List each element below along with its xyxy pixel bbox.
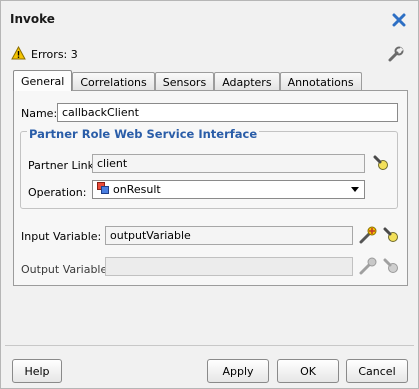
ok-button[interactable]: OK bbox=[277, 359, 339, 383]
operation-value: onResult bbox=[113, 183, 161, 196]
create-variable-icon-disabled bbox=[359, 257, 377, 275]
tab-label: Adapters bbox=[222, 75, 272, 89]
partner-link-field[interactable]: client bbox=[92, 154, 365, 173]
name-field[interactable]: callbackClient bbox=[57, 103, 398, 122]
apply-button[interactable]: Apply bbox=[207, 359, 269, 383]
help-button[interactable]: Help bbox=[12, 359, 62, 383]
tab-label: Correlations bbox=[80, 75, 147, 89]
operation-select[interactable]: onResult bbox=[92, 180, 365, 199]
flashlight-icon[interactable] bbox=[382, 226, 400, 244]
chevron-down-icon[interactable] bbox=[351, 187, 359, 192]
tab-correlations[interactable]: Correlations bbox=[72, 72, 155, 91]
ok-label: OK bbox=[300, 364, 316, 378]
warning-icon bbox=[11, 45, 26, 63]
wrench-icon[interactable] bbox=[387, 45, 405, 63]
tab-annotations[interactable]: Annotations bbox=[279, 72, 362, 91]
errors-indicator[interactable]: Errors: 3 bbox=[11, 45, 78, 63]
group-title: Partner Role Web Service Interface bbox=[27, 127, 260, 141]
input-variable-field[interactable]: outputVariable bbox=[105, 226, 353, 245]
tab-label: Sensors bbox=[162, 75, 207, 89]
tab-sensors[interactable]: Sensors bbox=[154, 72, 215, 91]
name-label: Name: bbox=[21, 107, 58, 120]
tab-strip: General Correlations Sensors Adapters An… bbox=[13, 70, 362, 91]
tab-general[interactable]: General bbox=[13, 70, 73, 91]
tab-label: Annotations bbox=[287, 75, 354, 89]
output-variable-field[interactable] bbox=[105, 257, 353, 276]
operation-icon bbox=[97, 182, 109, 197]
cancel-label: Cancel bbox=[358, 364, 396, 378]
flashlight-icon-disabled bbox=[382, 257, 400, 275]
footer-divider bbox=[5, 345, 414, 346]
errors-text: Errors: 3 bbox=[31, 47, 78, 61]
output-variable-label: Output Variable: bbox=[21, 263, 111, 276]
title-bar: Invoke bbox=[1, 1, 418, 37]
input-variable-label: Input Variable: bbox=[21, 230, 102, 243]
create-variable-icon[interactable] bbox=[359, 226, 377, 244]
help-label: Help bbox=[24, 364, 50, 378]
invoke-dialog: Invoke Errors: 3 General Correlations Se… bbox=[0, 0, 419, 389]
tab-label: General bbox=[21, 74, 65, 88]
dialog-title: Invoke bbox=[10, 12, 55, 26]
tab-adapters[interactable]: Adapters bbox=[214, 72, 280, 91]
close-icon[interactable] bbox=[392, 13, 406, 27]
cancel-button[interactable]: Cancel bbox=[346, 359, 408, 383]
apply-label: Apply bbox=[222, 364, 254, 378]
partner-link-label: Partner Link: bbox=[28, 159, 98, 172]
flashlight-icon[interactable] bbox=[372, 154, 390, 172]
operation-label: Operation: bbox=[28, 186, 87, 199]
